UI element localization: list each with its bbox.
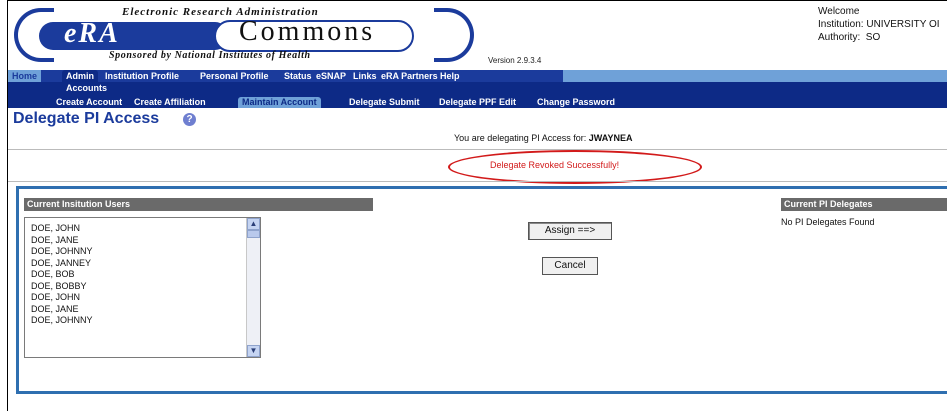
- main-nav: Home Admin Institution Profile Personal …: [8, 70, 563, 82]
- no-delegates-text: No PI Delegates Found: [781, 217, 875, 227]
- subnav-create-affiliation[interactable]: Create Affiliation: [134, 97, 206, 108]
- success-message: Delegate Revoked Successfully!: [490, 160, 620, 170]
- subnav-change-password[interactable]: Change Password: [537, 97, 615, 108]
- cancel-button[interactable]: Cancel: [542, 257, 598, 275]
- sub-nav: Accounts Create Account Create Affiliati…: [8, 82, 947, 108]
- institution-text: Institution: UNIVERSITY OI: [818, 19, 940, 30]
- nav-personal-profile[interactable]: Personal Profile: [200, 70, 269, 82]
- users-listbox[interactable]: DOE, JOHN DOE, JANE DOE, JOHNNY DOE, JAN…: [24, 217, 261, 358]
- nav-help[interactable]: Help: [440, 70, 460, 82]
- page-title: Delegate PI Access: [13, 110, 160, 127]
- divider-bottom: [8, 181, 947, 182]
- nav-admin[interactable]: Admin: [62, 70, 98, 82]
- delegating-prefix: You are delegating PI Access for:: [454, 133, 587, 143]
- welcome-text: Welcome: [818, 6, 860, 17]
- list-item[interactable]: DOE, JOHN: [31, 223, 260, 235]
- list-item[interactable]: DOE, JOHNNY: [31, 315, 260, 327]
- chevron-up-icon[interactable]: ▲: [247, 218, 260, 230]
- nav-status[interactable]: Status: [284, 70, 312, 82]
- users-header: Current Insitution Users: [24, 198, 373, 211]
- subnav-create-account[interactable]: Create Account: [56, 97, 122, 108]
- nav-esnap[interactable]: eSNAP: [316, 70, 346, 82]
- nav-home[interactable]: Home: [8, 70, 42, 82]
- subnav-delegate-submit[interactable]: Delegate Submit: [349, 97, 420, 108]
- divider-top: [8, 149, 947, 150]
- authority-text: Authority: SO: [818, 32, 881, 43]
- logo-swoosh-right: [434, 8, 474, 62]
- list-item[interactable]: DOE, JOHNNY: [31, 246, 260, 258]
- scrollbar-thumb[interactable]: [247, 230, 260, 238]
- logo-commons-text: Commons: [239, 16, 376, 47]
- nav-section-accounts: Accounts: [66, 83, 108, 93]
- listbox-scrollbar[interactable]: ▲ ▼: [246, 218, 260, 357]
- list-item[interactable]: DOE, BOBBY: [31, 281, 260, 293]
- logo-tagline-top: Electronic Research Administration: [122, 6, 319, 18]
- nav-institution-profile[interactable]: Institution Profile: [105, 70, 179, 82]
- delegating-user: JWAYNEA: [588, 133, 633, 143]
- help-icon[interactable]: ?: [183, 113, 196, 126]
- subnav-maintain-account[interactable]: Maintain Account: [238, 97, 321, 108]
- subnav-delegate-ppf-edit[interactable]: Delegate PPF Edit: [439, 97, 516, 108]
- version-label: Version 2.9.3.4: [488, 56, 542, 65]
- era-commons-logo: eRA Commons Electronic Research Administ…: [14, 6, 474, 64]
- list-item[interactable]: DOE, BOB: [31, 269, 260, 281]
- nav-links[interactable]: Links: [353, 70, 377, 82]
- assign-button[interactable]: Assign ==>: [528, 222, 612, 240]
- logo-era-text: eRA: [64, 18, 120, 49]
- chevron-down-icon[interactable]: ▼: [247, 345, 260, 357]
- list-item[interactable]: DOE, JANE: [31, 235, 260, 247]
- user-info: Welcome Institution: UNIVERSITY OI Autho…: [818, 5, 940, 44]
- logo-tagline-bottom: Sponsored by National Institutes of Heal…: [109, 50, 311, 61]
- list-item[interactable]: DOE, JOHN: [31, 292, 260, 304]
- list-item[interactable]: DOE, JANNEY: [31, 258, 260, 270]
- list-item[interactable]: DOE, JANE: [31, 304, 260, 316]
- nav-era-partners[interactable]: eRA Partners: [381, 70, 438, 82]
- main-nav-filler: [563, 70, 947, 82]
- delegating-info: You are delegating PI Access for: JWAYNE…: [454, 133, 632, 143]
- delegates-header: Current PI Delegates: [781, 198, 947, 211]
